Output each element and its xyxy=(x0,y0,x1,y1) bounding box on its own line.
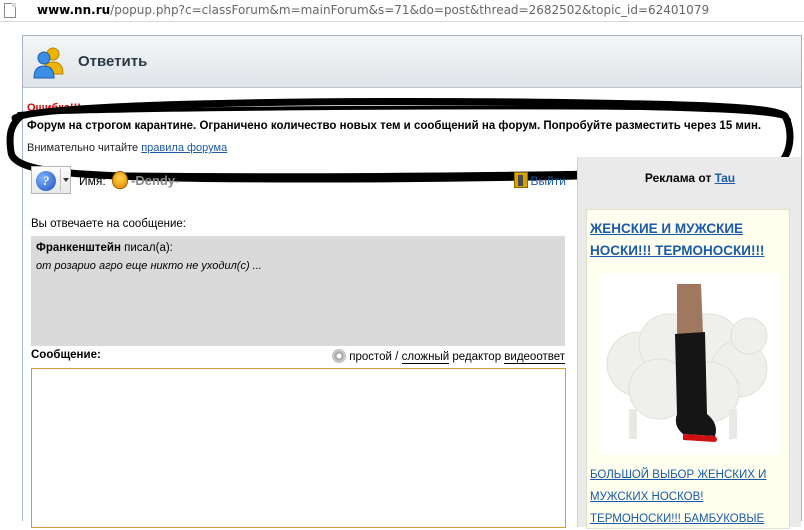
message-header: Сообщение: простой / сложный редактор ви… xyxy=(31,348,565,366)
ad-title-link[interactable]: ЖЕНСКИЕ И МУЖСКИЕ НОСКИ!!! ТЕРМОНОСКИ!!! xyxy=(590,218,786,262)
sock-ad-image[interactable] xyxy=(599,274,779,454)
error-message: Форум на строгом карантине. Ограничено к… xyxy=(27,120,762,132)
user-toolbar: ? Имя: -Dendy- Выйти xyxy=(31,166,566,196)
logout-icon[interactable] xyxy=(514,172,528,188)
complex-editor-link[interactable]: сложный xyxy=(401,351,450,364)
gear-icon xyxy=(332,349,347,363)
quote-suffix: писал(а): xyxy=(120,242,173,254)
url-host: www.nn.ru xyxy=(37,3,111,17)
ad-box[interactable]: ЖЕНСКИЕ И МУЖСКИЕ НОСКИ!!! ТЕРМОНОСКИ!!!… xyxy=(586,209,790,529)
error-block: Ошибка!!! Форум на строгом карантине. Ог… xyxy=(23,96,801,156)
quote-author-line: Франкенштейн писал(а): xyxy=(36,242,173,254)
quote-author: Франкенштейн xyxy=(36,242,121,254)
page-icon xyxy=(4,3,16,18)
logout-link[interactable]: Выйти xyxy=(530,174,566,188)
message-textarea[interactable] xyxy=(31,368,566,528)
simple-editor-link[interactable]: простой xyxy=(349,351,392,363)
editor-mode-links: простой / сложный редактор видеоответ xyxy=(332,349,565,364)
user-name[interactable]: -Dendy- xyxy=(131,173,179,188)
video-reply-link[interactable]: видеоответ xyxy=(504,351,565,364)
quote-box: Франкенштейн писал(а): от розарио агро е… xyxy=(31,236,565,346)
page-title: Ответить xyxy=(78,53,148,70)
chevron-down-icon[interactable] xyxy=(60,169,70,191)
message-label: Сообщение: xyxy=(31,349,101,361)
reply-label: Вы отвечаете на сообщение: xyxy=(31,218,186,230)
url-path: /popup.php?c=classForum&m=mainForum&s=71… xyxy=(110,3,710,17)
ad-header: Реклама от Tau xyxy=(578,171,802,185)
url-text[interactable]: www.nn.ru/popup.php?c=classForum&m=mainF… xyxy=(37,3,709,17)
editor-word: редактор xyxy=(449,351,505,363)
error-title: Ошибка!!! xyxy=(27,102,81,114)
reply-window: Ответить Ошибка!!! Форум на строгом кара… xyxy=(6,35,802,529)
ad-sidebar: Реклама от Tau ЖЕНСКИЕ И МУЖСКИЕ НОСКИ!!… xyxy=(577,157,802,529)
ad-header-text: Реклама от xyxy=(644,171,712,185)
help-button[interactable]: ? xyxy=(31,166,71,194)
help-icon: ? xyxy=(36,171,56,191)
quote-text: от розарио агро еще никто не уходил(с) .… xyxy=(36,260,262,272)
editor-separator: / xyxy=(391,351,402,363)
user-badge-icon xyxy=(112,171,128,189)
rules-note-text: Внимательно читайте xyxy=(27,142,139,154)
ad-description-link[interactable]: БОЛЬШОЙ ВЫБОР ЖЕНСКИХ И МУЖСКИХ НОСКОВ! … xyxy=(590,464,786,530)
users-icon xyxy=(33,47,64,79)
name-label: Имя: xyxy=(79,174,106,188)
title-bar: Ответить xyxy=(23,36,801,88)
address-bar[interactable]: www.nn.ru/popup.php?c=classForum&m=mainF… xyxy=(0,0,804,22)
ad-provider-link[interactable]: Tau xyxy=(715,171,735,185)
rules-link[interactable]: правила форума xyxy=(141,142,227,154)
rules-note: Внимательно читайте правила форума xyxy=(27,142,227,154)
